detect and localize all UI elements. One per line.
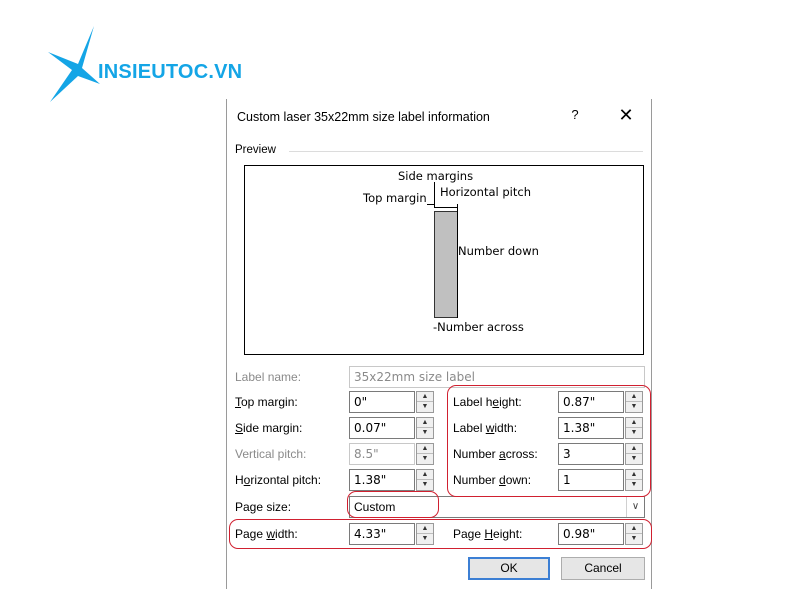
number-down-label: Number down: xyxy=(453,473,532,487)
label-name-field[interactable]: 35x22mm size label xyxy=(349,366,645,388)
number-down-line xyxy=(457,204,458,318)
label-height-input[interactable]: 0.87" xyxy=(558,391,624,413)
spin-down-icon[interactable]: ▼ xyxy=(626,454,642,464)
page-height-label: Page Height: xyxy=(453,527,523,541)
number-across-input[interactable]: 3 xyxy=(558,443,624,465)
vertical-pitch-input[interactable]: 8.5" xyxy=(349,443,415,465)
number-across-label: Number across: xyxy=(453,447,538,461)
spin-up-icon[interactable]: ▲ xyxy=(417,392,433,402)
group-divider xyxy=(289,151,643,152)
spin-down-icon[interactable]: ▼ xyxy=(626,480,642,490)
horizontal-pitch-caption: Horizontal pitch xyxy=(440,185,531,199)
number-across-spinner[interactable]: ▲ ▼ xyxy=(625,443,643,465)
label-shape xyxy=(434,211,458,318)
star-logo-icon xyxy=(48,26,100,102)
page-height-input[interactable]: 0.98" xyxy=(558,523,624,545)
page-size-value: Custom xyxy=(354,500,396,514)
horizontal-pitch-input[interactable]: 1.38" xyxy=(349,469,415,491)
number-down-spinner[interactable]: ▲ ▼ xyxy=(625,469,643,491)
number-across-caption: -Number across xyxy=(433,320,524,334)
spin-down-icon[interactable]: ▼ xyxy=(417,402,433,412)
close-button[interactable]: ✕ xyxy=(615,105,637,127)
spin-down-icon[interactable]: ▼ xyxy=(626,428,642,438)
dialog-title: Custom laser 35x22mm size label informat… xyxy=(237,110,490,124)
spin-down-icon[interactable]: ▼ xyxy=(626,402,642,412)
ok-button[interactable]: OK xyxy=(468,557,550,580)
spin-down-icon[interactable]: ▼ xyxy=(417,534,433,544)
horizontal-pitch-line xyxy=(434,207,458,208)
side-margin-label: Side margin: xyxy=(235,421,303,435)
page-height-spinner[interactable]: ▲ ▼ xyxy=(625,523,643,545)
label-name-label: Label name: xyxy=(235,370,302,384)
page-width-input[interactable]: 4.33" xyxy=(349,523,415,545)
spin-up-icon[interactable]: ▲ xyxy=(626,418,642,428)
spin-up-icon[interactable]: ▲ xyxy=(626,470,642,480)
spin-up-icon[interactable]: ▲ xyxy=(626,392,642,402)
logo-text: INSIEUTOC.VN xyxy=(98,61,243,83)
cancel-button[interactable]: Cancel xyxy=(561,557,645,580)
label-width-input[interactable]: 1.38" xyxy=(558,417,624,439)
spin-up-icon[interactable]: ▲ xyxy=(626,524,642,534)
spin-down-icon[interactable]: ▼ xyxy=(417,454,433,464)
label-width-label: Label width: xyxy=(453,421,518,435)
top-margin-line xyxy=(427,204,434,205)
top-margin-caption: Top margin xyxy=(363,191,427,205)
top-margin-label: Top margin: xyxy=(235,395,298,409)
spin-down-icon[interactable]: ▼ xyxy=(626,534,642,544)
label-width-spinner[interactable]: ▲ ▼ xyxy=(625,417,643,439)
top-margin-input[interactable]: 0" xyxy=(349,391,415,413)
top-margin-spinner[interactable]: ▲ ▼ xyxy=(416,391,434,413)
spin-up-icon[interactable]: ▲ xyxy=(417,524,433,534)
label-height-label: Label height: xyxy=(453,395,522,409)
number-down-input[interactable]: 1 xyxy=(558,469,624,491)
spin-up-icon[interactable]: ▲ xyxy=(417,418,433,428)
page-size-label: Page size: xyxy=(235,500,292,514)
side-margin-input[interactable]: 0.07" xyxy=(349,417,415,439)
page-width-spinner[interactable]: ▲ ▼ xyxy=(416,523,434,545)
side-margins-caption: Side margins xyxy=(398,169,474,183)
spin-down-icon[interactable]: ▼ xyxy=(417,428,433,438)
help-button[interactable]: ? xyxy=(567,107,583,125)
page-width-label: Page width: xyxy=(235,527,298,541)
side-margin-spinner[interactable]: ▲ ▼ xyxy=(416,417,434,439)
label-preview: Side margins Horizontal pitch Top margin… xyxy=(244,165,644,355)
spin-up-icon[interactable]: ▲ xyxy=(626,444,642,454)
spin-up-icon[interactable]: ▲ xyxy=(417,444,433,454)
insieutoc-logo: INSIEUTOC.VN xyxy=(42,24,272,104)
page-size-select[interactable]: Custom ∨ xyxy=(349,496,645,518)
spin-up-icon[interactable]: ▲ xyxy=(417,470,433,480)
spin-down-icon[interactable]: ▼ xyxy=(417,480,433,490)
vertical-pitch-label: Vertical pitch: xyxy=(235,447,307,461)
chevron-down-icon[interactable]: ∨ xyxy=(626,497,644,517)
vertical-pitch-spinner[interactable]: ▲ ▼ xyxy=(416,443,434,465)
preview-group-label: Preview xyxy=(235,144,280,156)
label-information-dialog: Custom laser 35x22mm size label informat… xyxy=(226,99,652,589)
label-height-spinner[interactable]: ▲ ▼ xyxy=(625,391,643,413)
number-down-caption: Number down xyxy=(458,244,539,258)
horizontal-pitch-label: Horizontal pitch: xyxy=(235,473,322,487)
horizontal-pitch-spinner[interactable]: ▲ ▼ xyxy=(416,469,434,491)
side-margin-line xyxy=(434,182,435,208)
